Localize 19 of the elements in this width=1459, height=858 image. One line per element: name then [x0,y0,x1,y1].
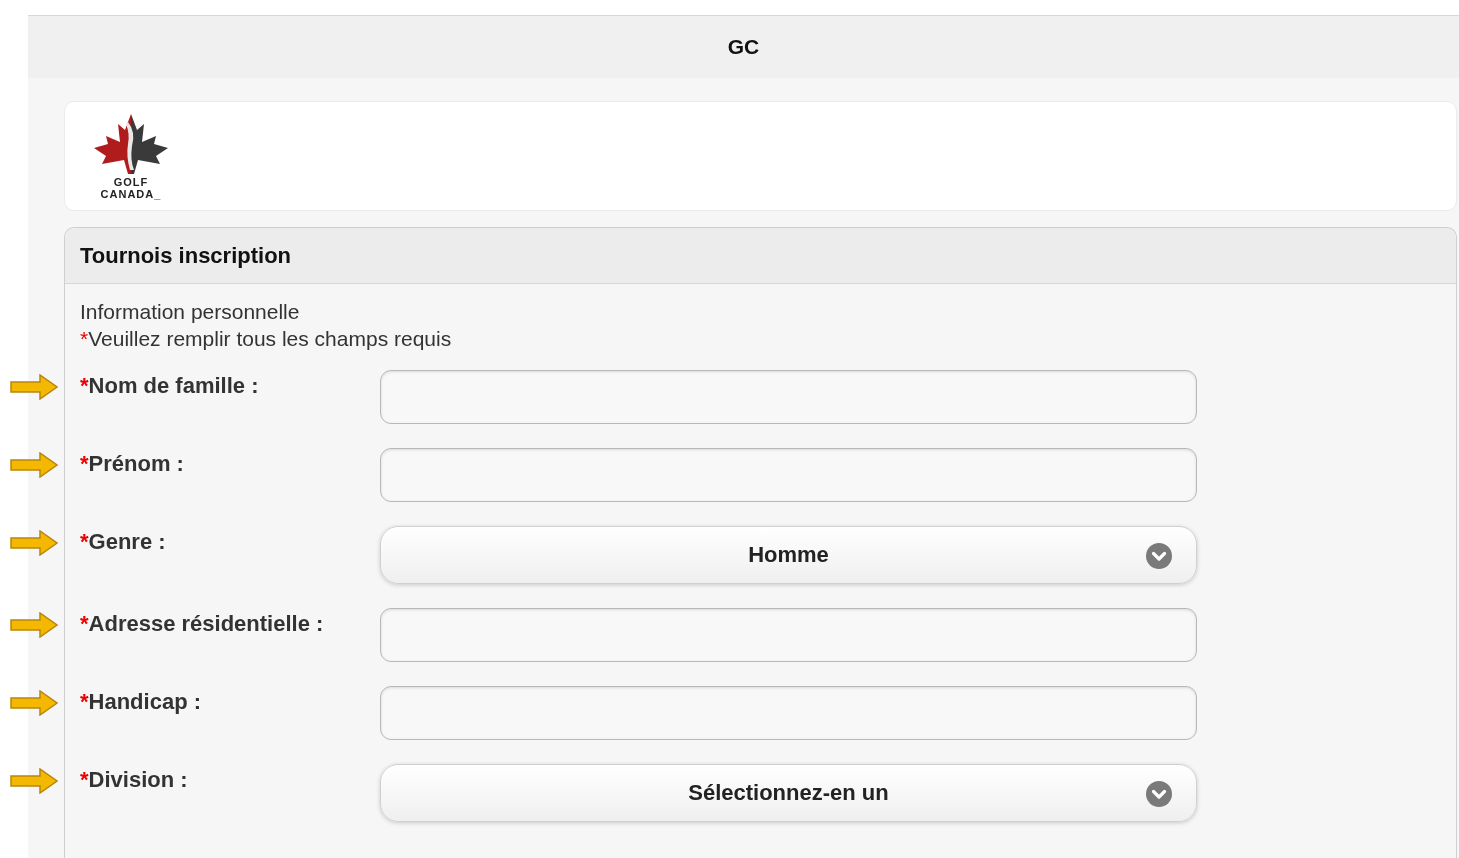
field-label: *Prénom : [80,450,185,477]
dropdown[interactable]: Sélectionnez-en un [380,764,1197,822]
text-field[interactable] [380,686,1197,740]
dropdown[interactable]: Homme [380,526,1197,584]
field-label: *Nom de famille : [80,372,260,399]
text-field[interactable] [380,448,1197,502]
text-field[interactable] [380,370,1197,424]
required-note: *Veuillez remplir tous les champs requis [80,326,453,352]
section-title: Information personnelle [80,299,301,325]
chevron-down-icon [1146,543,1172,569]
panel-title: Tournois inscription [80,242,292,269]
chevron-down-icon [1146,781,1172,807]
text-field[interactable] [380,608,1197,662]
field-label: *Adresse résidentielle : [80,610,325,637]
header-title: GC [727,35,760,59]
field-label: *Division : [80,766,189,793]
field-label: *Handicap : [80,688,203,715]
field-label: *Genre : [80,528,167,555]
logo-text: GOLF CANADA_ [100,176,162,200]
